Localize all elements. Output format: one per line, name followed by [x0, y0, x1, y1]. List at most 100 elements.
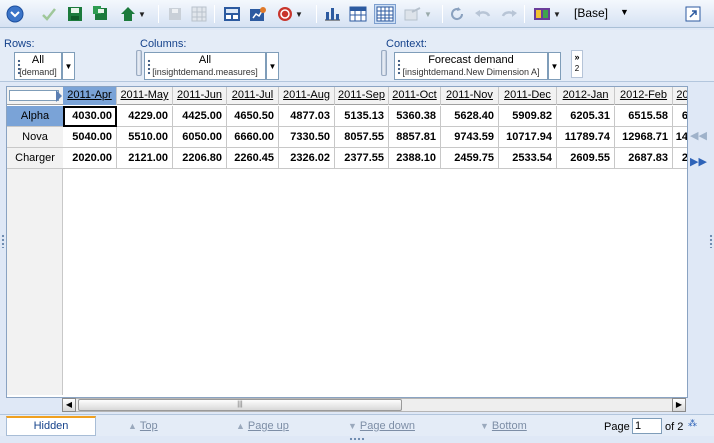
- columns-drag-handle[interactable]: [136, 50, 142, 76]
- columns-dropdown-button[interactable]: ▼: [266, 52, 279, 80]
- grid-cell[interactable]: 9743.59: [441, 127, 499, 148]
- chart-settings-icon[interactable]: [248, 4, 268, 24]
- home-icon[interactable]: ▼: [118, 4, 148, 24]
- column-header[interactable]: 2011-May: [117, 87, 173, 105]
- grid-cell[interactable]: 6660.00: [227, 127, 279, 148]
- grid-cell[interactable]: 2: [673, 148, 687, 169]
- grid-cell[interactable]: 4650.50: [227, 106, 279, 127]
- splitter-grip-right[interactable]: [709, 234, 713, 248]
- grid-cell[interactable]: 2020.00: [63, 148, 117, 169]
- check-icon[interactable]: [40, 4, 58, 24]
- grid-cell[interactable]: 5135.13: [335, 106, 389, 127]
- grid-cell[interactable]: 8057.55: [335, 127, 389, 148]
- grid-cell[interactable]: 6205.31: [557, 106, 615, 127]
- column-header[interactable]: 2011-Apr: [63, 87, 117, 105]
- grid-cell[interactable]: 5628.40: [441, 106, 499, 127]
- grid-cell[interactable]: 4030.00: [63, 106, 117, 127]
- grid-cell[interactable]: 2388.10: [389, 148, 441, 169]
- bottom-link[interactable]: ▼ Bottom: [480, 420, 527, 432]
- more-filters-button[interactable]: » 2: [571, 50, 583, 78]
- grid-cell[interactable]: 2533.54: [499, 148, 557, 169]
- grid-cell[interactable]: 5360.38: [389, 106, 441, 127]
- toolbar: ▼ ▼ ▼ ▼ [Base] ▼: [0, 0, 714, 34]
- table-view-icon[interactable]: [374, 4, 396, 24]
- page-down-link[interactable]: ▼ Page down: [348, 420, 415, 432]
- grid-cell[interactable]: 5510.00: [117, 127, 173, 148]
- scrollbar-thumb[interactable]: |||: [78, 399, 402, 411]
- more-filters-count: 2: [574, 64, 580, 73]
- drag-handle-icon[interactable]: [147, 59, 151, 75]
- chevron-down-icon[interactable]: ▼: [620, 7, 629, 17]
- collapse-icon[interactable]: [4, 4, 26, 24]
- page-count: of 2: [665, 421, 684, 433]
- scroll-left-icon[interactable]: ◀◀: [690, 130, 707, 142]
- grid-view-icon[interactable]: [348, 4, 368, 24]
- column-header[interactable]: 2011-Nov: [441, 87, 499, 105]
- refresh-icon[interactable]: [448, 4, 466, 24]
- grid-cell[interactable]: 6: [673, 106, 687, 127]
- rows-filter-value: All: [31, 54, 45, 66]
- grid-cell[interactable]: 2260.45: [227, 148, 279, 169]
- column-header[interactable]: 2012-Feb: [615, 87, 673, 105]
- grid-cell[interactable]: 2121.00: [117, 148, 173, 169]
- grid-cell[interactable]: 8857.81: [389, 127, 441, 148]
- splitter-grip-bottom[interactable]: [349, 437, 365, 441]
- grid-cell[interactable]: 4425.00: [173, 106, 227, 127]
- rows-filter[interactable]: All [demand]: [14, 52, 62, 80]
- column-header[interactable]: 2011-Jul: [227, 87, 279, 105]
- row-header[interactable]: Charger: [7, 148, 63, 169]
- grid-cell[interactable]: 4877.03: [279, 106, 335, 127]
- grid-cell[interactable]: 14: [673, 127, 687, 148]
- context-filter[interactable]: Forecast demand [insightdemand.New Dimen…: [394, 52, 548, 80]
- page-input[interactable]: 1: [632, 418, 662, 434]
- row-header[interactable]: Nova: [7, 127, 63, 148]
- grid-cell[interactable]: 6050.00: [173, 127, 227, 148]
- grid-cell[interactable]: 7330.50: [279, 127, 335, 148]
- bar-chart-icon[interactable]: [322, 4, 342, 24]
- column-header[interactable]: 20: [673, 87, 687, 105]
- grid-cell[interactable]: 12968.71: [615, 127, 673, 148]
- calc-icon[interactable]: [222, 4, 242, 24]
- hidden-tab[interactable]: Hidden: [6, 416, 96, 436]
- stop-icon[interactable]: ▼: [274, 4, 306, 24]
- page-up-link[interactable]: ▲ Page up: [236, 420, 289, 432]
- column-header[interactable]: 2011-Jun: [173, 87, 227, 105]
- column-header[interactable]: 2012-Jan: [557, 87, 615, 105]
- context-dropdown-button[interactable]: ▼: [548, 52, 561, 80]
- grid-cell[interactable]: 2326.02: [279, 148, 335, 169]
- context-drag-handle[interactable]: [381, 50, 387, 76]
- grid-cell[interactable]: 10717.94: [499, 127, 557, 148]
- grid-corner[interactable]: [7, 87, 63, 105]
- save-icon[interactable]: [66, 4, 84, 24]
- grid-cell[interactable]: 4229.00: [117, 106, 173, 127]
- save-as-icon[interactable]: [92, 4, 110, 24]
- book-icon[interactable]: ▼: [530, 4, 564, 24]
- grid-cell[interactable]: 5909.82: [499, 106, 557, 127]
- columns-filter[interactable]: All [insightdemand.measures]: [144, 52, 266, 80]
- grid-cell[interactable]: 2459.75: [441, 148, 499, 169]
- column-headers: 2011-Apr 2011-May 2011-Jun 2011-Jul 2011-Aug…: [63, 87, 687, 105]
- grid-cell[interactable]: 2377.55: [335, 148, 389, 169]
- drag-handle-icon[interactable]: [17, 59, 21, 75]
- column-header[interactable]: 2011-Sep: [335, 87, 389, 105]
- grid-cell[interactable]: 5040.00: [63, 127, 117, 148]
- grid-cell[interactable]: 11789.74: [557, 127, 615, 148]
- scroll-right-icon[interactable]: ▶▶: [690, 156, 707, 168]
- grid-cell[interactable]: 2687.83: [615, 148, 673, 169]
- grid-cell[interactable]: 2609.55: [557, 148, 615, 169]
- resize-icon[interactable]: ⁂: [688, 418, 697, 429]
- row-header[interactable]: Alpha: [7, 106, 63, 127]
- drag-handle-icon[interactable]: [397, 59, 401, 75]
- grid-cell[interactable]: 6515.58: [615, 106, 673, 127]
- scroll-left-button[interactable]: ◀: [62, 398, 76, 412]
- column-header[interactable]: 2011-Dec: [499, 87, 557, 105]
- scroll-right-button[interactable]: ▶: [672, 398, 686, 412]
- grid-cell[interactable]: 2206.80: [173, 148, 227, 169]
- maximize-icon[interactable]: [684, 4, 702, 24]
- base-dropdown-label[interactable]: [Base]: [574, 6, 608, 20]
- column-header[interactable]: 2011-Aug: [279, 87, 335, 105]
- top-link[interactable]: ▲ Top: [128, 420, 158, 432]
- column-header[interactable]: 2011-Oct: [389, 87, 441, 105]
- splitter-grip-left[interactable]: [1, 234, 5, 248]
- rows-dropdown-button[interactable]: ▼: [62, 52, 75, 80]
